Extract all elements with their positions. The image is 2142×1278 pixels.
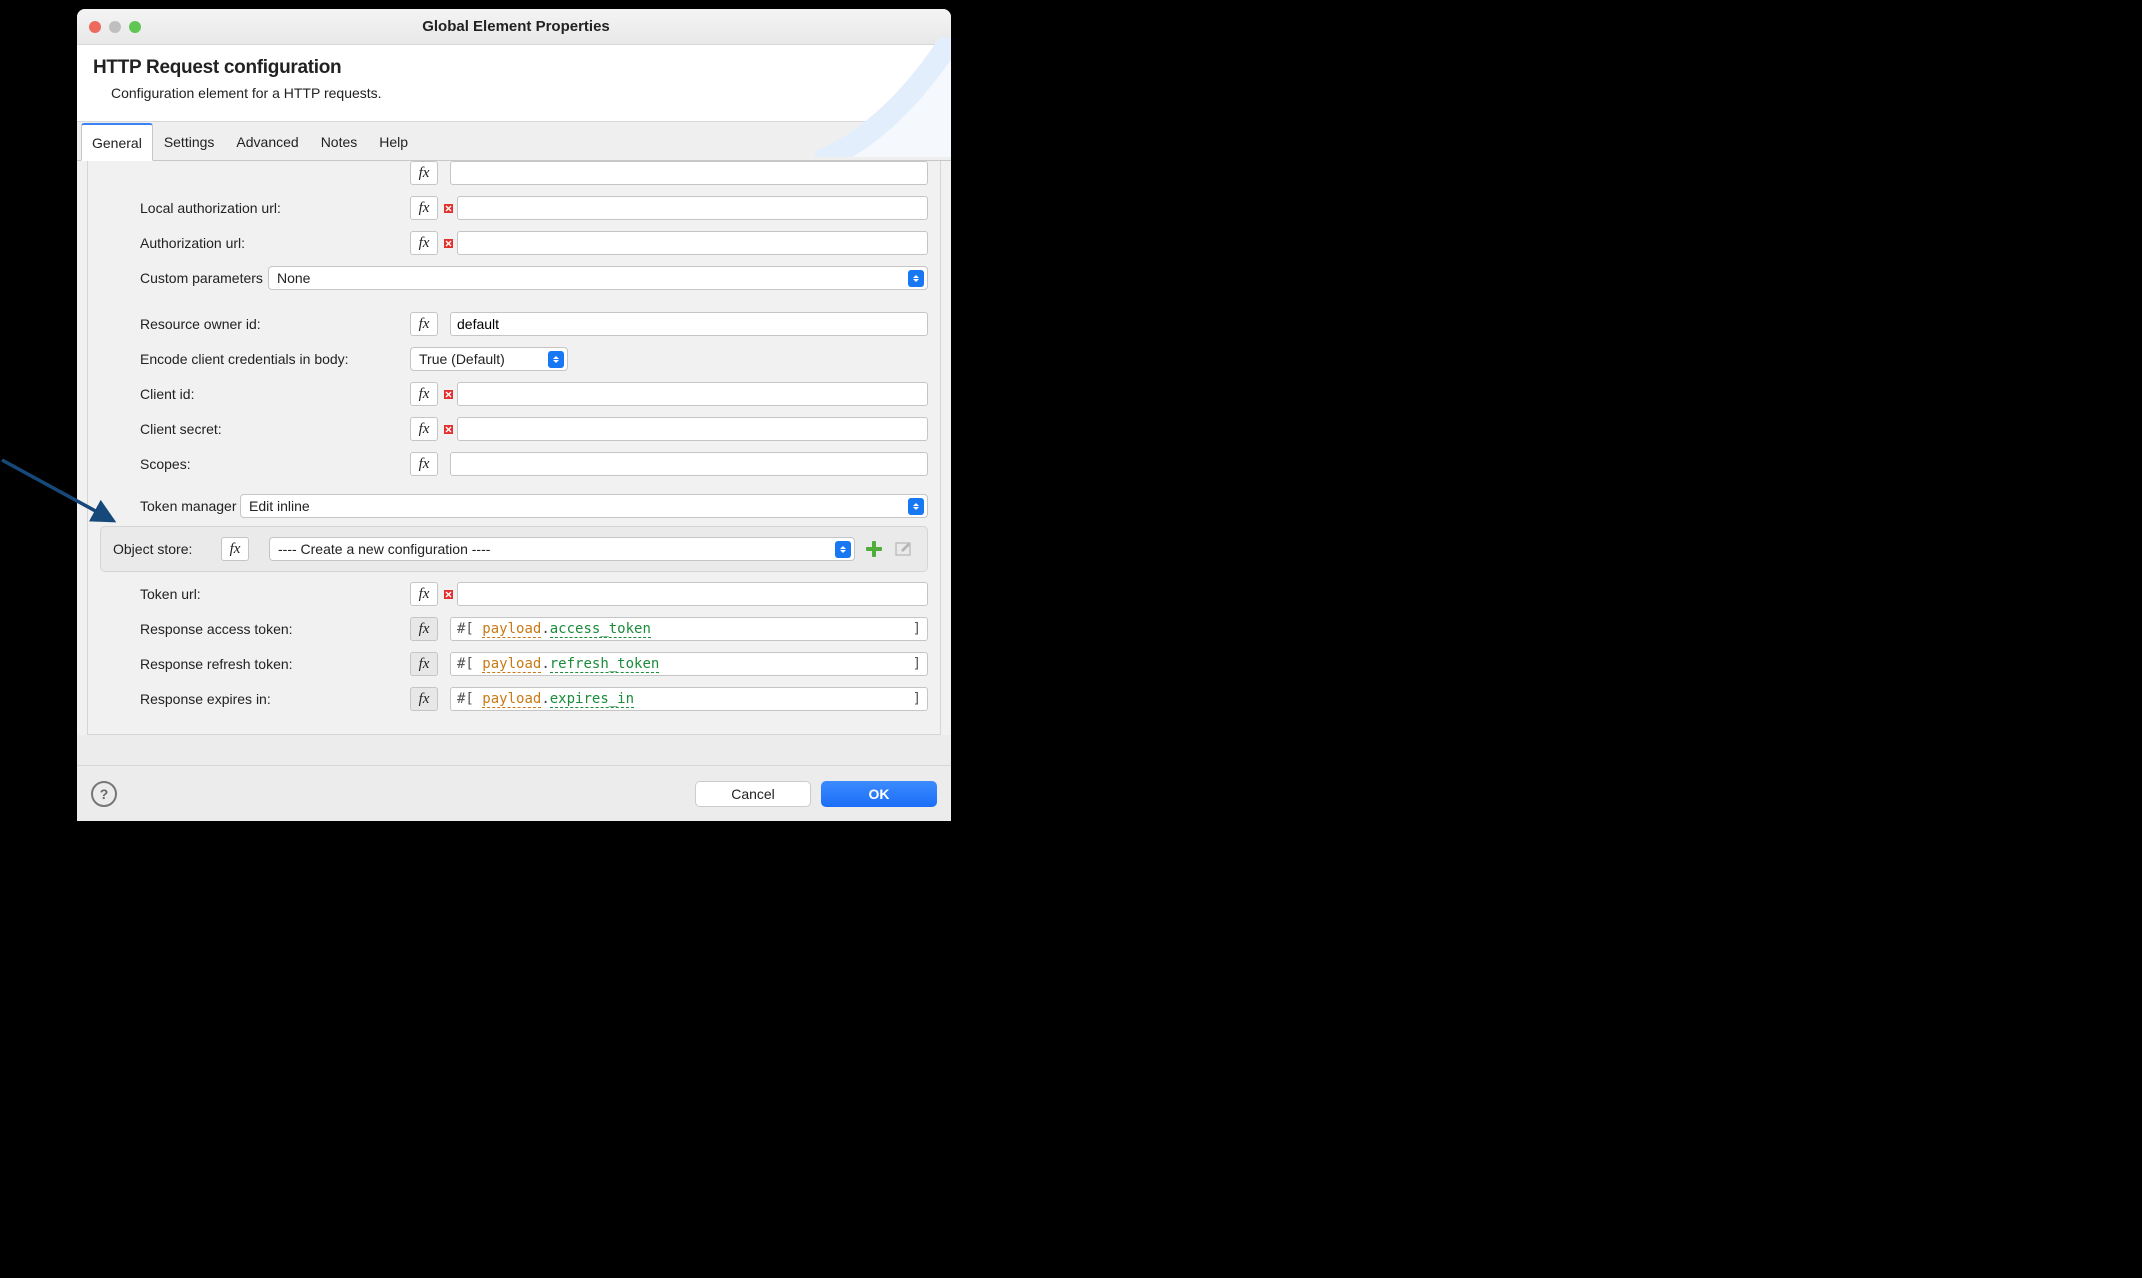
required-icon: [442, 588, 454, 600]
client-secret-label: Client secret:: [120, 421, 410, 437]
chevron-updown-icon: [908, 270, 924, 287]
edit-config-button[interactable]: [893, 540, 915, 558]
custom-params-select[interactable]: None: [268, 266, 928, 290]
client-id-label: Client id:: [120, 386, 410, 402]
scopes-input[interactable]: [450, 452, 928, 476]
chevron-updown-icon: [908, 498, 924, 515]
cancel-button[interactable]: Cancel: [695, 781, 811, 807]
row-client-id: Client id: fx: [120, 378, 928, 410]
encode-creds-select[interactable]: True (Default): [410, 347, 568, 371]
encode-creds-value: True (Default): [419, 351, 505, 367]
required-icon: [442, 202, 454, 214]
window-title: Global Element Properties: [141, 18, 951, 35]
resp-access-input[interactable]: #[ payload.access_token ]: [450, 617, 928, 641]
resource-owner-id-input[interactable]: [450, 312, 928, 336]
help-button[interactable]: ?: [91, 781, 117, 807]
row-cutoff: fx: [120, 161, 928, 189]
required-icon: [442, 423, 454, 435]
resp-expires-label: Response expires in:: [120, 691, 410, 707]
object-store-label: Object store:: [113, 541, 221, 557]
dialog-footer: ? Cancel OK: [77, 765, 951, 821]
edit-icon: [895, 540, 913, 558]
tab-settings[interactable]: Settings: [153, 123, 226, 161]
token-manager-label: Token manager: [120, 498, 240, 514]
zoom-icon[interactable]: [129, 21, 141, 33]
auth-url-input[interactable]: [457, 231, 928, 255]
fx-button[interactable]: fx: [221, 537, 249, 561]
fx-button[interactable]: fx: [410, 452, 438, 476]
object-store-value: ---- Create a new configuration ----: [278, 541, 490, 557]
page-title: HTTP Request configuration: [93, 57, 935, 79]
encode-creds-label: Encode client credentials in body:: [120, 351, 410, 367]
resp-refresh-input[interactable]: #[ payload.refresh_token ]: [450, 652, 928, 676]
row-resp-refresh: Response refresh token: fx #[ payload.re…: [120, 648, 928, 680]
tab-help[interactable]: Help: [368, 123, 419, 161]
object-store-panel: Object store: fx ---- Create a new confi…: [100, 526, 928, 572]
row-resp-access: Response access token: fx #[ payload.acc…: [120, 613, 928, 645]
fx-button[interactable]: fx: [410, 652, 438, 676]
client-id-input[interactable]: [457, 382, 928, 406]
titlebar: Global Element Properties: [77, 9, 951, 45]
cutoff-input[interactable]: [450, 161, 928, 185]
scroll-pane[interactable]: fx Local authorization url: fx Authoriza…: [87, 161, 941, 735]
fx-button[interactable]: fx: [410, 196, 438, 220]
token-url-input[interactable]: [457, 582, 928, 606]
minimize-icon[interactable]: [109, 21, 121, 33]
fx-button[interactable]: fx: [410, 417, 438, 441]
fx-button[interactable]: fx: [410, 617, 438, 641]
custom-params-value: None: [277, 270, 310, 286]
custom-params-label: Custom parameters: [120, 270, 268, 286]
client-secret-input[interactable]: [457, 417, 928, 441]
global-element-properties-dialog: Global Element Properties HTTP Request c…: [77, 9, 951, 821]
resp-expires-input[interactable]: #[ payload.expires_in ]: [450, 687, 928, 711]
row-resp-expires: Response expires in: fx #[ payload.expir…: [120, 683, 928, 715]
row-token-manager: Token manager Edit inline: [120, 490, 928, 522]
auth-url-label: Authorization url:: [120, 235, 410, 251]
tab-bar: General Settings Advanced Notes Help: [77, 122, 951, 161]
question-icon: ?: [100, 786, 109, 802]
add-config-button[interactable]: [863, 540, 885, 558]
fx-button[interactable]: fx: [410, 687, 438, 711]
row-local-auth-url: Local authorization url: fx: [120, 192, 928, 224]
scopes-label: Scopes:: [120, 456, 410, 472]
row-scopes: Scopes: fx: [120, 448, 928, 480]
ok-button[interactable]: OK: [821, 781, 937, 807]
row-encode-creds: Encode client credentials in body: True …: [120, 343, 928, 375]
fx-button[interactable]: fx: [410, 582, 438, 606]
tab-advanced[interactable]: Advanced: [225, 123, 309, 161]
fx-button[interactable]: fx: [410, 382, 438, 406]
row-token-url: Token url: fx: [120, 578, 928, 610]
content-area: fx Local authorization url: fx Authoriza…: [77, 161, 951, 735]
window-controls: [77, 21, 141, 33]
row-resource-owner-id: Resource owner id: fx: [120, 308, 928, 340]
required-icon: [442, 237, 454, 249]
token-manager-select[interactable]: Edit inline: [240, 494, 928, 518]
fx-button[interactable]: fx: [410, 312, 438, 336]
tab-notes[interactable]: Notes: [310, 123, 369, 161]
object-store-select[interactable]: ---- Create a new configuration ----: [269, 537, 855, 561]
resp-access-label: Response access token:: [120, 621, 410, 637]
token-manager-value: Edit inline: [249, 498, 310, 514]
dialog-header: HTTP Request configuration Configuration…: [77, 45, 951, 122]
chevron-updown-icon: [835, 541, 851, 558]
local-auth-url-label: Local authorization url:: [120, 200, 410, 216]
resp-refresh-label: Response refresh token:: [120, 656, 410, 672]
page-subtitle: Configuration element for a HTTP request…: [111, 85, 935, 101]
required-icon: [442, 388, 454, 400]
local-auth-url-input[interactable]: [457, 196, 928, 220]
tab-general[interactable]: General: [81, 123, 153, 161]
token-url-label: Token url:: [120, 586, 410, 602]
fx-button[interactable]: fx: [410, 161, 438, 185]
chevron-updown-icon: [548, 351, 564, 368]
row-auth-url: Authorization url: fx: [120, 227, 928, 259]
row-custom-params: Custom parameters None: [120, 262, 928, 294]
row-client-secret: Client secret: fx: [120, 413, 928, 445]
plus-icon: [865, 540, 883, 558]
resource-owner-id-label: Resource owner id:: [120, 316, 410, 332]
fx-button[interactable]: fx: [410, 231, 438, 255]
close-icon[interactable]: [89, 21, 101, 33]
